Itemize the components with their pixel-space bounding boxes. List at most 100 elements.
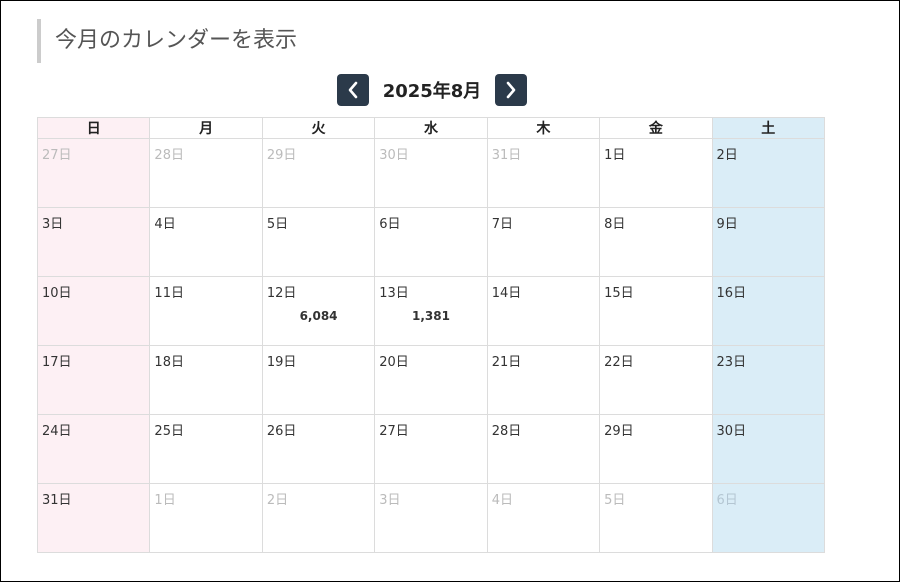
day-number: 2日 <box>266 493 289 508</box>
calendar-day-cell[interactable]: 22日 <box>599 345 713 415</box>
calendar-week-row: 27日 28日 29日 30日 31日 1日 2日 <box>36 138 826 208</box>
day-number: 29日 <box>266 148 297 163</box>
calendar-day-cell[interactable]: 25日 <box>149 414 263 484</box>
calendar-day-cell[interactable]: 27日 <box>36 138 151 208</box>
calendar-grid: 日 月 火 水 木 金 土 27日 28日 29日 30日 31日 1日 2日 3日 4日 5日 6… <box>36 117 826 553</box>
weekday-header-row: 日 月 火 水 木 金 土 <box>36 117 826 139</box>
day-number: 25日 <box>154 424 184 439</box>
day-number: 17日 <box>42 355 72 370</box>
day-number: 1日 <box>154 493 176 508</box>
calendar-day-cell[interactable]: 31日 <box>486 138 601 208</box>
prev-month-button[interactable] <box>336 74 369 106</box>
day-number: 3日 <box>379 493 401 508</box>
day-number: 21日 <box>491 355 522 370</box>
day-number: 6日 <box>379 217 401 232</box>
weekday-thursday: 木 <box>486 117 601 139</box>
calendar-day-cell[interactable]: 23日 <box>711 345 826 415</box>
month-navigation-group: 2025年8月 <box>336 74 528 106</box>
calendar-day-cell[interactable]: 1日 <box>149 483 263 553</box>
calendar-day-cell[interactable]: 10日 <box>36 276 151 346</box>
calendar-day-cell[interactable]: 21日 <box>486 345 601 415</box>
calendar-week-row: 17日 18日 19日 20日 21日 22日 23日 <box>36 345 826 415</box>
day-number: 30日 <box>379 148 409 163</box>
day-number: 7日 <box>491 217 513 232</box>
calendar-day-cell[interactable]: 28日 <box>486 414 601 484</box>
calendar-day-cell[interactable]: 16日 <box>711 276 826 346</box>
day-number: 15日 <box>604 286 634 301</box>
weekday-friday: 金 <box>599 117 713 139</box>
calendar-day-cell[interactable]: 4日 <box>149 207 263 277</box>
day-number: 8日 <box>604 217 626 232</box>
calendar-week-row: 31日 1日 2日 3日 4日 5日 6日 <box>36 483 826 553</box>
calendar-day-cell[interactable]: 6日 <box>374 207 488 277</box>
day-number: 3日 <box>42 217 64 232</box>
calendar-day-cell[interactable]: 24日 <box>36 414 151 484</box>
calendar-day-cell[interactable]: 14日 <box>486 276 601 346</box>
calendar-day-cell[interactable]: 4日 <box>486 483 601 553</box>
chevron-left-icon <box>348 81 357 99</box>
calendar-day-cell[interactable]: 2日 <box>261 483 376 553</box>
calendar-day-cell[interactable]: 29日 <box>599 414 713 484</box>
calendar-day-cell[interactable]: 5日 <box>261 207 376 277</box>
calendar-day-cell[interactable]: 30日 <box>711 414 826 484</box>
calendar-day-cell[interactable]: 7日 <box>486 207 601 277</box>
day-number: 10日 <box>42 286 72 301</box>
calendar-day-cell[interactable]: 27日 <box>374 414 488 484</box>
calendar-day-cell[interactable]: 2日 <box>711 138 826 208</box>
calendar-day-cell[interactable]: 5日 <box>599 483 713 553</box>
chevron-right-icon <box>507 81 516 99</box>
calendar-day-cell[interactable]: 26日 <box>261 414 376 484</box>
day-number: 28日 <box>154 148 184 163</box>
calendar-day-cell[interactable]: 29日 <box>261 138 376 208</box>
day-number: 1日 <box>604 148 626 163</box>
day-number: 6日 <box>716 493 738 508</box>
calendar-day-cell[interactable]: 6日 <box>711 483 826 553</box>
calendar-day-cell[interactable]: 17日 <box>36 345 151 415</box>
calendar-day-cell[interactable]: 15日 <box>599 276 713 346</box>
day-number: 11日 <box>154 286 184 301</box>
weekday-tuesday: 火 <box>261 117 376 139</box>
day-number: 29日 <box>604 424 634 439</box>
calendar-week-row: 24日 25日 26日 27日 28日 29日 30日 <box>36 414 826 484</box>
day-number: 5日 <box>266 217 289 232</box>
calendar-day-cell[interactable]: 30日 <box>374 138 488 208</box>
day-number: 20日 <box>379 355 409 370</box>
weekday-monday: 月 <box>149 117 263 139</box>
day-number: 5日 <box>604 493 626 508</box>
day-number: 9日 <box>716 217 738 232</box>
day-number: 24日 <box>42 424 72 439</box>
calendar-day-cell[interactable]: 20日 <box>374 345 488 415</box>
next-month-button[interactable] <box>495 74 528 106</box>
day-count-value: 1,381 <box>411 309 450 323</box>
day-number: 28日 <box>491 424 522 439</box>
calendar-day-cell[interactable]: 31日 <box>36 483 151 553</box>
day-number: 22日 <box>604 355 634 370</box>
weekday-sunday: 日 <box>36 117 151 139</box>
current-month-label: 2025年8月 <box>382 81 482 102</box>
calendar-day-cell[interactable]: 28日 <box>149 138 263 208</box>
calendar-day-cell[interactable]: 13日 1,381 <box>374 276 488 346</box>
calendar-day-cell[interactable]: 3日 <box>36 207 151 277</box>
calendar-day-cell[interactable]: 18日 <box>149 345 263 415</box>
day-number: 14日 <box>491 286 522 301</box>
calendar-day-cell[interactable]: 1日 <box>599 138 713 208</box>
calendar-day-cell[interactable]: 12日 6,084 <box>261 276 376 346</box>
calendar-day-cell[interactable]: 8日 <box>599 207 713 277</box>
calendar-day-cell[interactable]: 3日 <box>374 483 488 553</box>
calendar-day-cell[interactable]: 9日 <box>711 207 826 277</box>
calendar-day-cell[interactable]: 11日 <box>149 276 263 346</box>
day-number: 26日 <box>266 424 297 439</box>
day-number: 16日 <box>716 286 747 301</box>
day-number: 27日 <box>42 148 72 163</box>
calendar-day-cell[interactable]: 19日 <box>261 345 376 415</box>
day-number: 30日 <box>716 424 747 439</box>
day-number: 27日 <box>379 424 409 439</box>
day-number: 2日 <box>716 148 738 163</box>
section-title: 今月のカレンダーを表示 <box>37 19 297 63</box>
day-number: 31日 <box>491 148 522 163</box>
month-navigation: 2025年8月 <box>1 74 863 106</box>
day-number: 23日 <box>716 355 747 370</box>
weekday-wednesday: 水 <box>374 117 488 139</box>
day-number: 19日 <box>266 355 297 370</box>
day-number: 4日 <box>154 217 176 232</box>
